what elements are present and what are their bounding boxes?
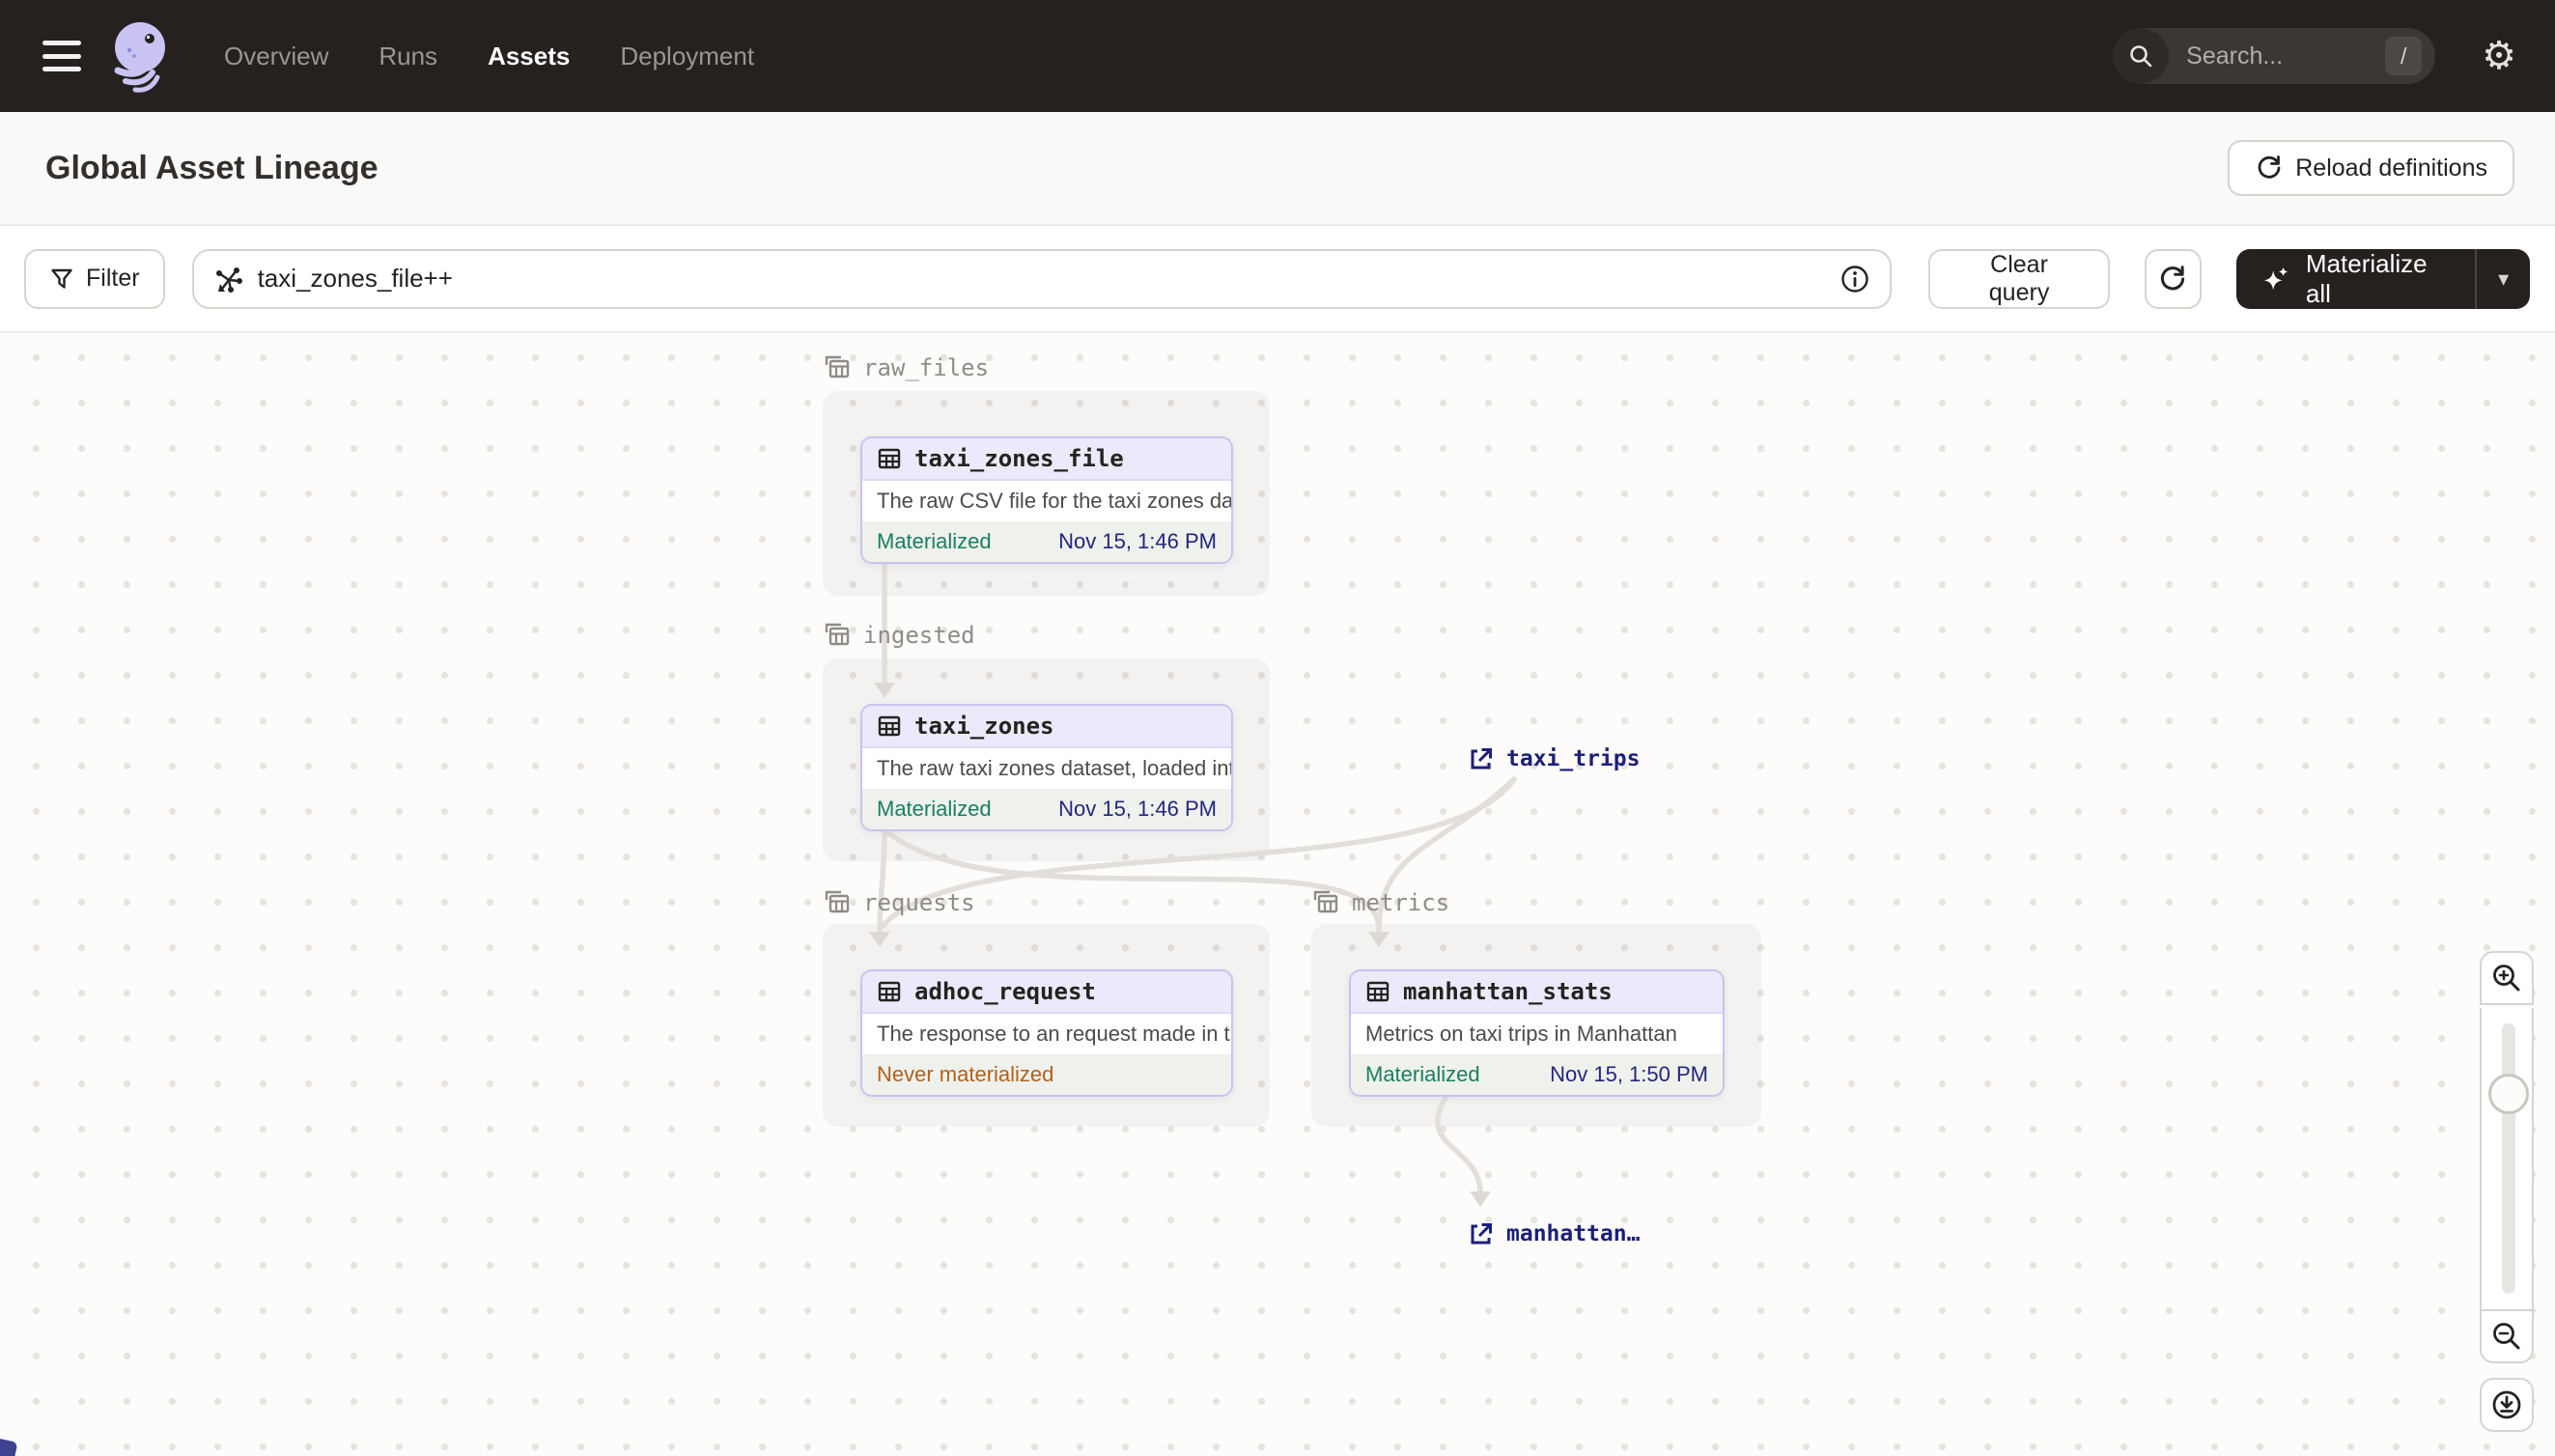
lineage-toolbar: Filter taxi_zones_file++ Clear query Mat… xyxy=(0,226,2555,333)
page-title: Global Asset Lineage xyxy=(45,149,379,186)
status-badge: Materialized xyxy=(877,797,992,821)
external-asset-manhattan[interactable]: manhattan… xyxy=(1469,1221,1640,1246)
status-badge: Never materialized xyxy=(877,1062,1054,1086)
group-name: raw_files xyxy=(863,354,990,381)
table-icon xyxy=(1366,981,1390,1002)
refresh-icon xyxy=(2161,265,2185,290)
reload-definitions-label: Reload definitions xyxy=(2295,154,2487,182)
status-badge: Materialized xyxy=(877,529,992,553)
arrowhead xyxy=(1470,1191,1491,1207)
asset-node-taxi-zones[interactable]: taxi_zones The raw taxi zones dataset, l… xyxy=(860,704,1233,831)
zoom-slider-thumb[interactable] xyxy=(2488,1074,2529,1114)
minimap-corner-fragment xyxy=(0,1437,18,1456)
graph-query-icon xyxy=(215,266,242,293)
asset-node-taxi-zones-file[interactable]: taxi_zones_file The raw CSV file for the… xyxy=(860,436,1233,564)
filter-button-label: Filter xyxy=(86,265,140,292)
filter-button[interactable]: Filter xyxy=(24,248,165,309)
primary-nav: Overview Runs Assets Deployment xyxy=(224,42,754,71)
dagster-logo-icon[interactable] xyxy=(108,18,178,94)
materialization-timestamp[interactable]: Nov 15, 1:50 PM xyxy=(1550,1062,1708,1087)
asset-node-manhattan-stats[interactable]: manhattan_stats Metrics on taxi trips in… xyxy=(1349,969,1725,1097)
zoom-out-button[interactable] xyxy=(2480,1309,2534,1363)
materialize-all-split-button: Materialize all ▾ xyxy=(2235,248,2531,309)
group-label-ingested[interactable]: ingested xyxy=(823,621,975,650)
search-icon xyxy=(2113,28,2170,84)
nav-item-overview[interactable]: Overview xyxy=(224,42,328,71)
group-label-requests[interactable]: requests xyxy=(823,888,975,917)
asset-name: taxi_zones xyxy=(914,713,1054,740)
group-name: ingested xyxy=(863,622,975,649)
download-view-button[interactable] xyxy=(2480,1378,2534,1432)
asset-group-icon xyxy=(825,355,850,378)
nav-item-runs[interactable]: Runs xyxy=(379,42,437,71)
lineage-canvas[interactable]: raw_files ingested requests metrics taxi… xyxy=(0,333,2555,1456)
nav-item-deployment[interactable]: Deployment xyxy=(620,42,754,71)
zoom-in-button[interactable] xyxy=(2480,951,2534,1005)
status-badge: Materialized xyxy=(1365,1062,1480,1086)
group-label-raw-files[interactable]: raw_files xyxy=(823,353,989,382)
download-icon xyxy=(2492,1390,2521,1419)
materialize-dropdown-caret[interactable]: ▾ xyxy=(2477,249,2530,309)
asset-name: manhattan_stats xyxy=(1403,978,1613,1005)
page-header: Global Asset Lineage Reload definitions xyxy=(0,112,2555,226)
sparkle-icon xyxy=(2263,266,2288,290)
zoom-in-icon xyxy=(2493,965,2520,992)
query-info-icon[interactable] xyxy=(1839,264,1870,294)
zoom-slider-track[interactable] xyxy=(2502,1023,2515,1294)
top-nav-bar: Overview Runs Assets Deployment Search..… xyxy=(0,0,2555,112)
external-asset-label: manhattan… xyxy=(1506,1221,1641,1246)
zoom-out-icon xyxy=(2493,1323,2520,1350)
group-name: requests xyxy=(863,889,975,916)
group-label-metrics[interactable]: metrics xyxy=(1311,888,1449,917)
clear-query-button[interactable]: Clear query xyxy=(1928,248,2110,309)
refresh-graph-button[interactable] xyxy=(2144,248,2202,309)
table-icon xyxy=(878,981,901,1002)
search-shortcut-badge: / xyxy=(2385,37,2423,75)
external-link-icon xyxy=(1471,748,1492,770)
external-asset-label: taxi_trips xyxy=(1506,746,1641,771)
asset-description: The raw CSV file for the taxi zones dat.… xyxy=(862,481,1231,521)
materialize-all-label: Materialize all xyxy=(2305,248,2428,308)
lineage-edges xyxy=(869,559,1517,1207)
asset-name: adhoc_request xyxy=(914,978,1096,1005)
asset-query-value: taxi_zones_file++ xyxy=(257,264,453,293)
clear-query-label: Clear query xyxy=(1988,250,2050,306)
group-name: metrics xyxy=(1352,889,1450,916)
materialization-timestamp[interactable]: Nov 15, 1:46 PM xyxy=(1058,529,1217,554)
menu-hamburger-icon[interactable] xyxy=(42,41,81,71)
search-input[interactable]: Search... / xyxy=(2113,28,2436,84)
reload-icon xyxy=(2258,155,2281,179)
reload-definitions-button[interactable]: Reload definitions xyxy=(2228,140,2514,196)
zoom-slider-panel xyxy=(2480,1008,2534,1309)
asset-group-icon xyxy=(825,890,850,913)
materialization-timestamp[interactable]: Nov 15, 1:46 PM xyxy=(1058,797,1217,822)
external-link-icon xyxy=(1471,1223,1492,1245)
table-icon xyxy=(878,448,901,469)
external-asset-taxi-trips[interactable]: taxi_trips xyxy=(1469,746,1640,771)
materialize-all-button[interactable]: Materialize all xyxy=(2236,249,2475,309)
asset-description: The raw taxi zones dataset, loaded int..… xyxy=(862,748,1231,789)
search-placeholder: Search... xyxy=(2186,42,2284,70)
settings-gear-icon[interactable]: ⚙ xyxy=(2482,37,2516,75)
nav-item-assets[interactable]: Assets xyxy=(488,42,570,71)
asset-node-adhoc-request[interactable]: adhoc_request The response to an request… xyxy=(860,969,1233,1097)
filter-funnel-icon xyxy=(51,268,72,289)
asset-description: The response to an request made in th... xyxy=(862,1014,1231,1054)
table-icon xyxy=(878,715,901,737)
asset-group-icon xyxy=(1313,890,1338,913)
asset-group-icon xyxy=(825,623,850,646)
asset-name: taxi_zones_file xyxy=(914,445,1124,472)
asset-query-input[interactable]: taxi_zones_file++ xyxy=(191,248,1893,309)
asset-description: Metrics on taxi trips in Manhattan xyxy=(1351,1014,1723,1054)
